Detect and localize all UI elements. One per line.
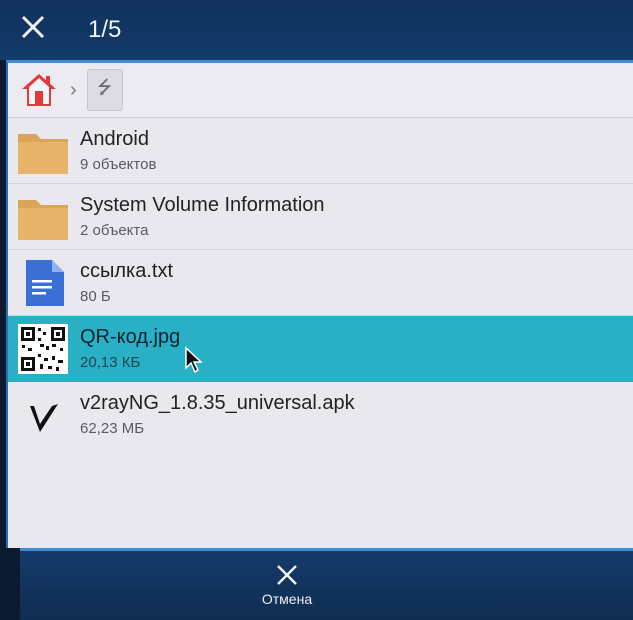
- file-name: ссылка.txt: [80, 260, 174, 282]
- breadcrumb-usb-drive[interactable]: ⭍: [86, 69, 123, 111]
- usb-drive-icon: ⭍: [97, 77, 113, 97]
- file-name: System Volume Information: [80, 194, 325, 216]
- file-row-link-txt[interactable]: ссылка.txt 80 Б: [8, 250, 633, 316]
- breadcrumb-separator: ›: [70, 78, 77, 101]
- cancel-label: Отмена: [261, 591, 313, 607]
- file-row-android[interactable]: Android 9 объектов: [8, 118, 633, 184]
- file-info: 2 объекта: [80, 222, 149, 239]
- file-row-system-volume-information[interactable]: System Volume Information 2 объекта: [8, 184, 633, 250]
- file-browser-panel: › ⭍ Android 9 объектов System Volume Inf…: [6, 60, 633, 548]
- bottom-bar: Отмена: [20, 548, 633, 620]
- file-list: Android 9 объектов System Volume Informa…: [8, 118, 633, 448]
- cancel-button[interactable]: Отмена: [252, 557, 322, 613]
- breadcrumb: › ⭍: [8, 63, 633, 118]
- breadcrumb-home[interactable]: [20, 71, 58, 109]
- file-info: 62,23 МБ: [80, 420, 145, 437]
- file-row-v2rayng-apk[interactable]: v2rayNG_1.8.35_universal.apk 62,23 МБ: [8, 382, 633, 448]
- file-name: QR-код.jpg: [80, 326, 181, 348]
- file-name: v2rayNG_1.8.35_universal.apk: [80, 392, 355, 414]
- file-row-qr-code-jpg[interactable]: QR-код.jpg 20,13 КБ: [8, 316, 633, 382]
- file-info: 9 объектов: [80, 156, 157, 173]
- close-icon: [21, 15, 45, 39]
- file-info: 20,13 КБ: [80, 354, 141, 371]
- document-icon: [26, 260, 64, 306]
- top-bar: 1/5: [0, 0, 633, 60]
- file-name: Android: [80, 128, 149, 150]
- close-icon: [277, 565, 297, 585]
- qr-code-thumbnail-icon: [18, 324, 68, 374]
- home-icon: [22, 74, 56, 106]
- page-counter: 1/5: [88, 16, 122, 43]
- v2rayng-app-icon: [30, 404, 58, 432]
- file-info: 80 Б: [80, 288, 111, 305]
- folder-icon: [18, 134, 68, 174]
- folder-icon: [18, 200, 68, 240]
- mouse-pointer-icon: [185, 346, 203, 374]
- close-button[interactable]: [16, 10, 50, 44]
